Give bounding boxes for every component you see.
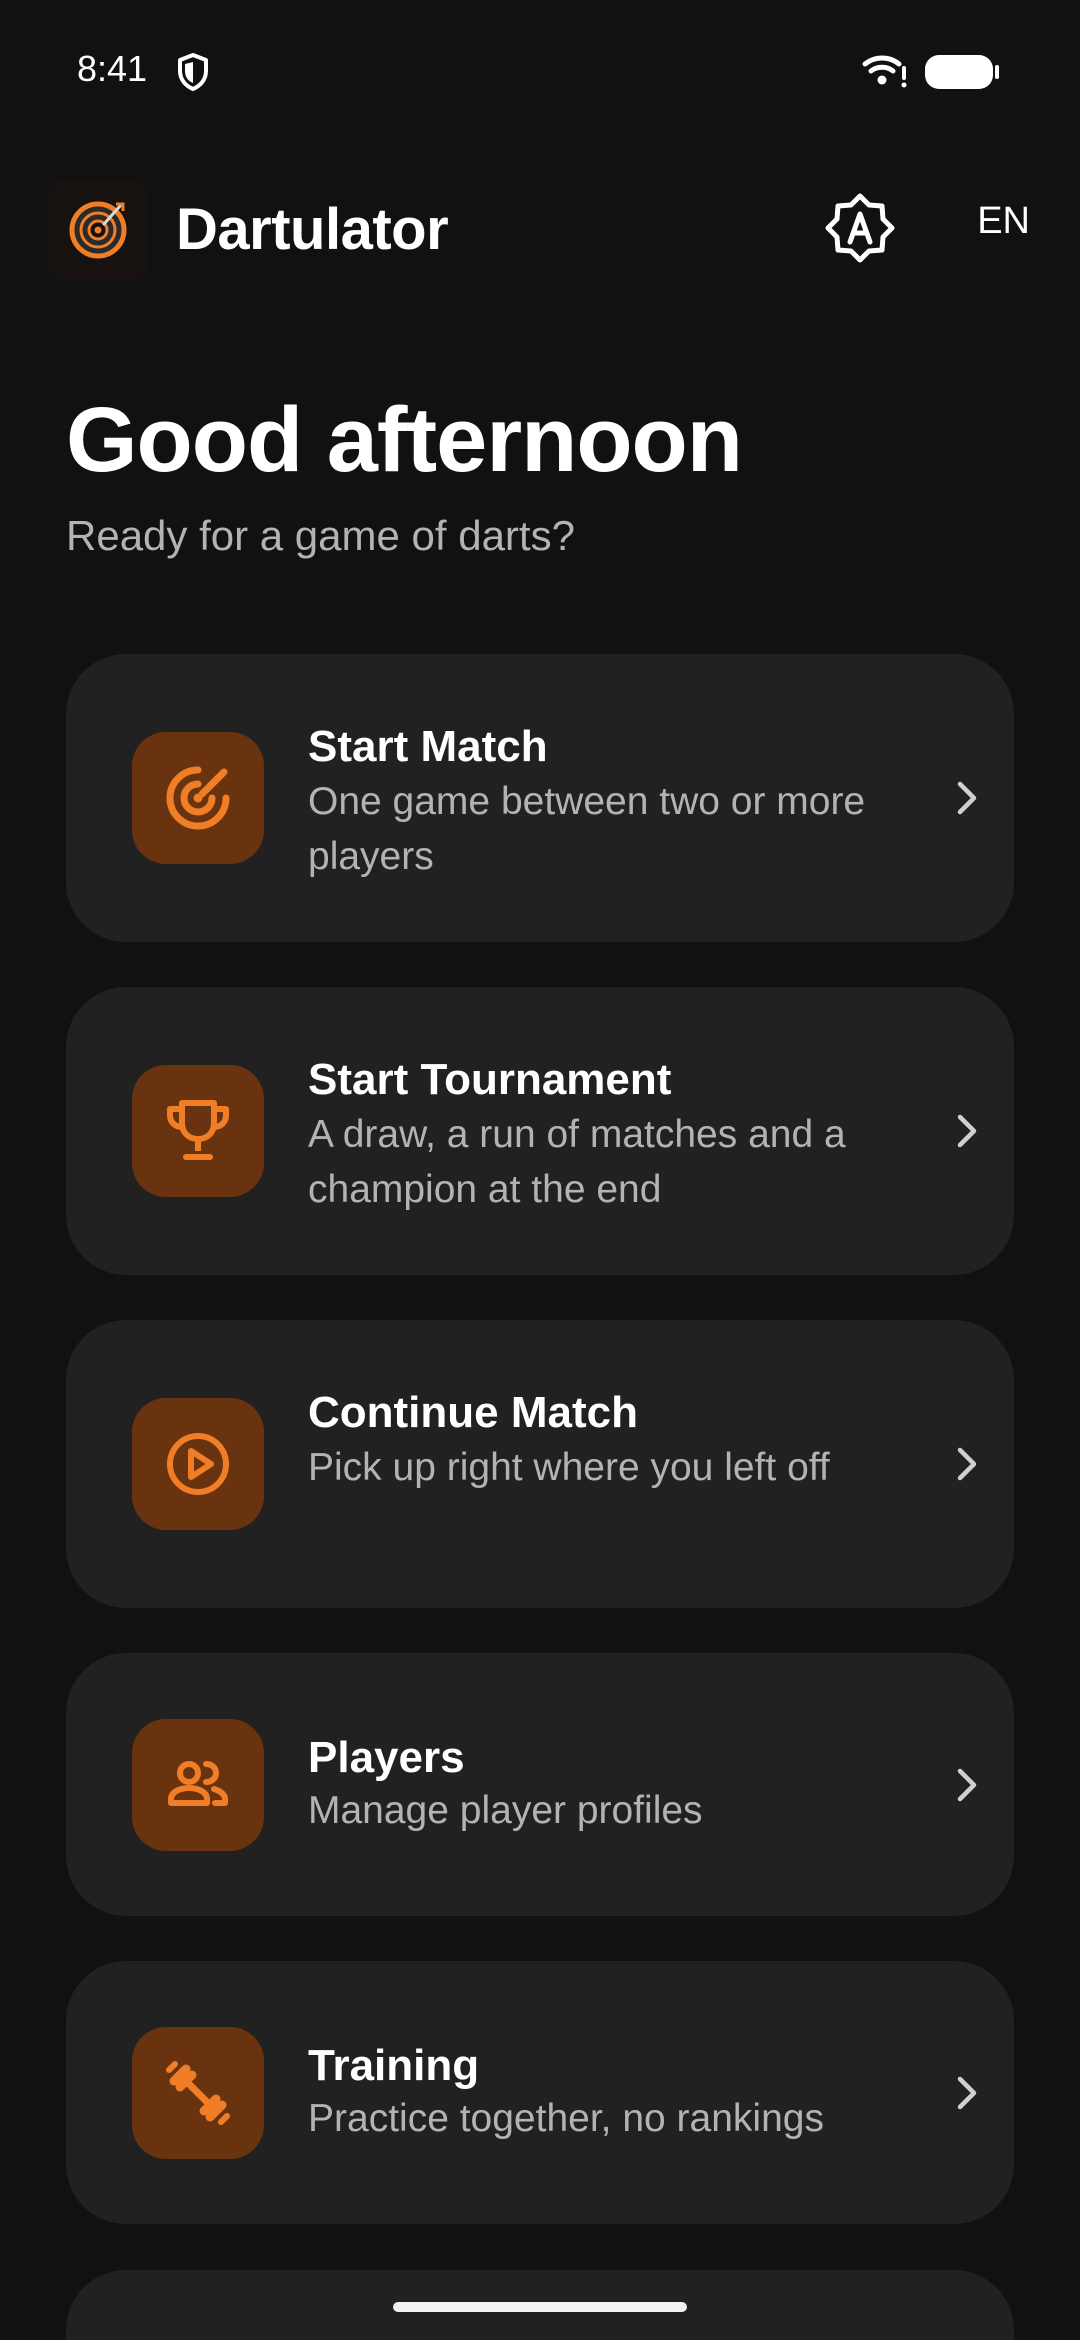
card-description: Pick up right where you left off	[308, 1446, 830, 1489]
auto-brightness-icon	[825, 193, 895, 263]
people-icon	[168, 1761, 228, 1806]
wifi-icon	[862, 55, 907, 88]
card-icon-tile	[132, 2027, 264, 2159]
home-indicator[interactable]	[393, 2302, 687, 2312]
dartboard-logo-icon	[69, 201, 127, 259]
chevron-right-icon	[957, 1768, 977, 1802]
card-icon-tile	[132, 732, 264, 864]
greeting-title: Good afternoon	[66, 389, 743, 491]
card-description: A draw, a run of matches and a champion …	[308, 1113, 846, 1211]
language-button[interactable]: EN	[940, 200, 1030, 260]
status-bar: 8:41	[0, 0, 1080, 140]
chevron-right-icon	[957, 2076, 977, 2110]
start-tournament-card[interactable]: Start Tournament A draw, a run of matche…	[66, 987, 1014, 1275]
card-title: Players	[308, 1733, 465, 1782]
app-header: Dartulator EN	[0, 170, 1080, 290]
chevron-right-icon	[957, 1114, 977, 1148]
chevron-right-icon	[957, 1447, 977, 1481]
card-title: Start Tournament	[308, 1055, 672, 1104]
greeting-subtitle: Ready for a game of darts?	[66, 512, 575, 559]
card-description: Practice together, no rankings	[308, 2097, 824, 2140]
start-match-card[interactable]: Start Match One game between two or more…	[66, 654, 1014, 942]
target-icon	[166, 766, 230, 830]
card-title: Training	[308, 2041, 480, 2090]
card-title: Start Match	[308, 722, 548, 771]
theme-toggle-button[interactable]	[820, 188, 900, 268]
card-icon-tile	[132, 1065, 264, 1197]
trophy-icon	[167, 1100, 229, 1160]
shield-icon	[178, 53, 208, 91]
card-icon-tile	[132, 1719, 264, 1851]
card-title: Continue Match	[308, 1388, 638, 1437]
battery-icon	[925, 55, 999, 89]
continue-match-card[interactable]: Continue Match Pick up right where you l…	[66, 1320, 1014, 1608]
app-logo	[48, 180, 148, 280]
players-card[interactable]: Players Manage player profiles	[66, 1653, 1014, 1916]
dumbbell-icon	[166, 2061, 230, 2125]
app-title: Dartulator	[176, 197, 449, 262]
card-description: One game between two or more players	[308, 780, 866, 878]
card-description: Manage player profiles	[308, 1789, 703, 1832]
training-card[interactable]: Training Practice together, no rankings	[66, 1961, 1014, 2224]
card-icon-tile	[132, 1398, 264, 1530]
chevron-right-icon	[957, 781, 977, 815]
status-time: 8:41	[77, 48, 148, 89]
play-circle-icon	[167, 1433, 229, 1495]
